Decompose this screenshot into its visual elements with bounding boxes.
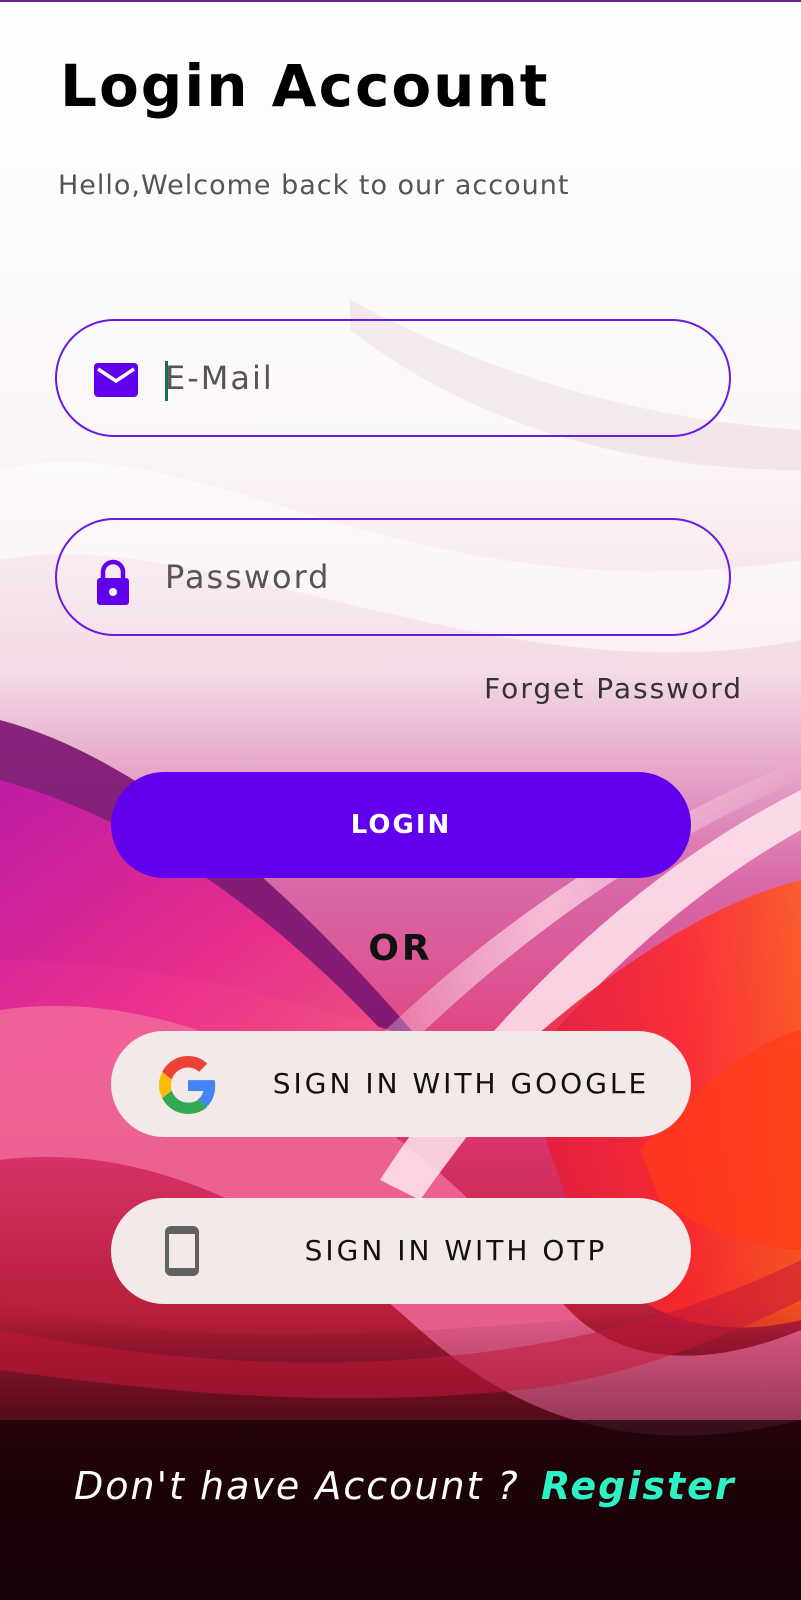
password-input[interactable] bbox=[165, 548, 685, 606]
or-divider: OR bbox=[368, 928, 433, 969]
lock-icon bbox=[93, 559, 133, 611]
page-subtitle: Hello,Welcome back to our account bbox=[58, 170, 570, 201]
email-input[interactable] bbox=[165, 349, 685, 407]
password-field[interactable] bbox=[55, 518, 731, 636]
page-title: Login Account bbox=[60, 52, 550, 120]
forget-password-link[interactable]: Forget Password bbox=[484, 672, 743, 705]
status-line bbox=[0, 0, 801, 2]
register-link[interactable]: Register bbox=[541, 1464, 736, 1508]
otp-button-label: SIGN IN WITH OTP bbox=[304, 1234, 608, 1267]
no-account-text: Don't have Account ? bbox=[74, 1464, 520, 1508]
sign-in-otp-button[interactable]: SIGN IN WITH OTP bbox=[111, 1198, 691, 1304]
google-button-label: SIGN IN WITH GOOGLE bbox=[272, 1067, 650, 1100]
login-button[interactable]: LOGIN bbox=[111, 772, 691, 878]
email-icon bbox=[93, 360, 139, 404]
sign-in-google-button[interactable]: SIGN IN WITH GOOGLE bbox=[111, 1031, 691, 1137]
email-field[interactable] bbox=[55, 319, 731, 437]
